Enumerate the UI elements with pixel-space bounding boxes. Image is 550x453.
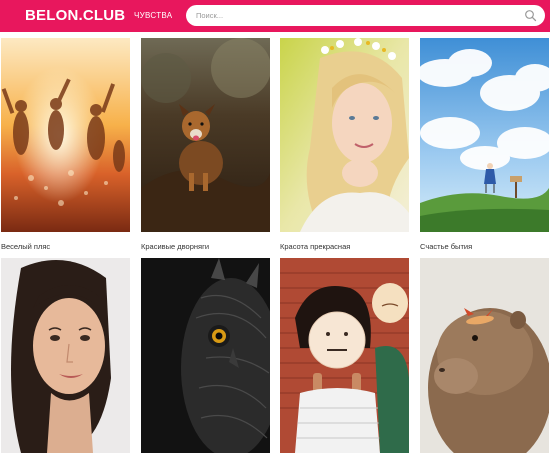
thumbnail-image[interactable] xyxy=(1,38,130,232)
thumbnail-image[interactable] xyxy=(280,38,409,232)
search-icon[interactable] xyxy=(524,9,537,22)
site-logo[interactable]: BELON.CLUB xyxy=(25,6,125,26)
nav-link-feelings[interactable]: ЧУВСТВА xyxy=(134,8,172,24)
logo-main-text: BELON xyxy=(25,7,79,24)
thumbnail-image[interactable] xyxy=(420,38,549,232)
card-caption[interactable]: Красота прекрасная xyxy=(280,241,409,253)
search-input[interactable] xyxy=(196,7,516,24)
card-caption[interactable]: Красивые дворняги xyxy=(141,241,270,253)
thumbnail-image[interactable] xyxy=(420,258,549,453)
thumbnail-image[interactable] xyxy=(1,258,130,453)
thumbnail-image[interactable] xyxy=(141,38,270,232)
logo-tail-text: CLUB xyxy=(82,7,126,24)
card-caption[interactable]: Счастье бытия xyxy=(420,241,549,253)
site-header: BELON.CLUB ЧУВСТВА xyxy=(0,0,550,32)
search-box xyxy=(186,5,545,26)
thumbnail-image[interactable] xyxy=(280,258,409,453)
card-caption[interactable]: Веселый пляс xyxy=(1,241,130,253)
thumbnail-image[interactable] xyxy=(141,258,270,453)
